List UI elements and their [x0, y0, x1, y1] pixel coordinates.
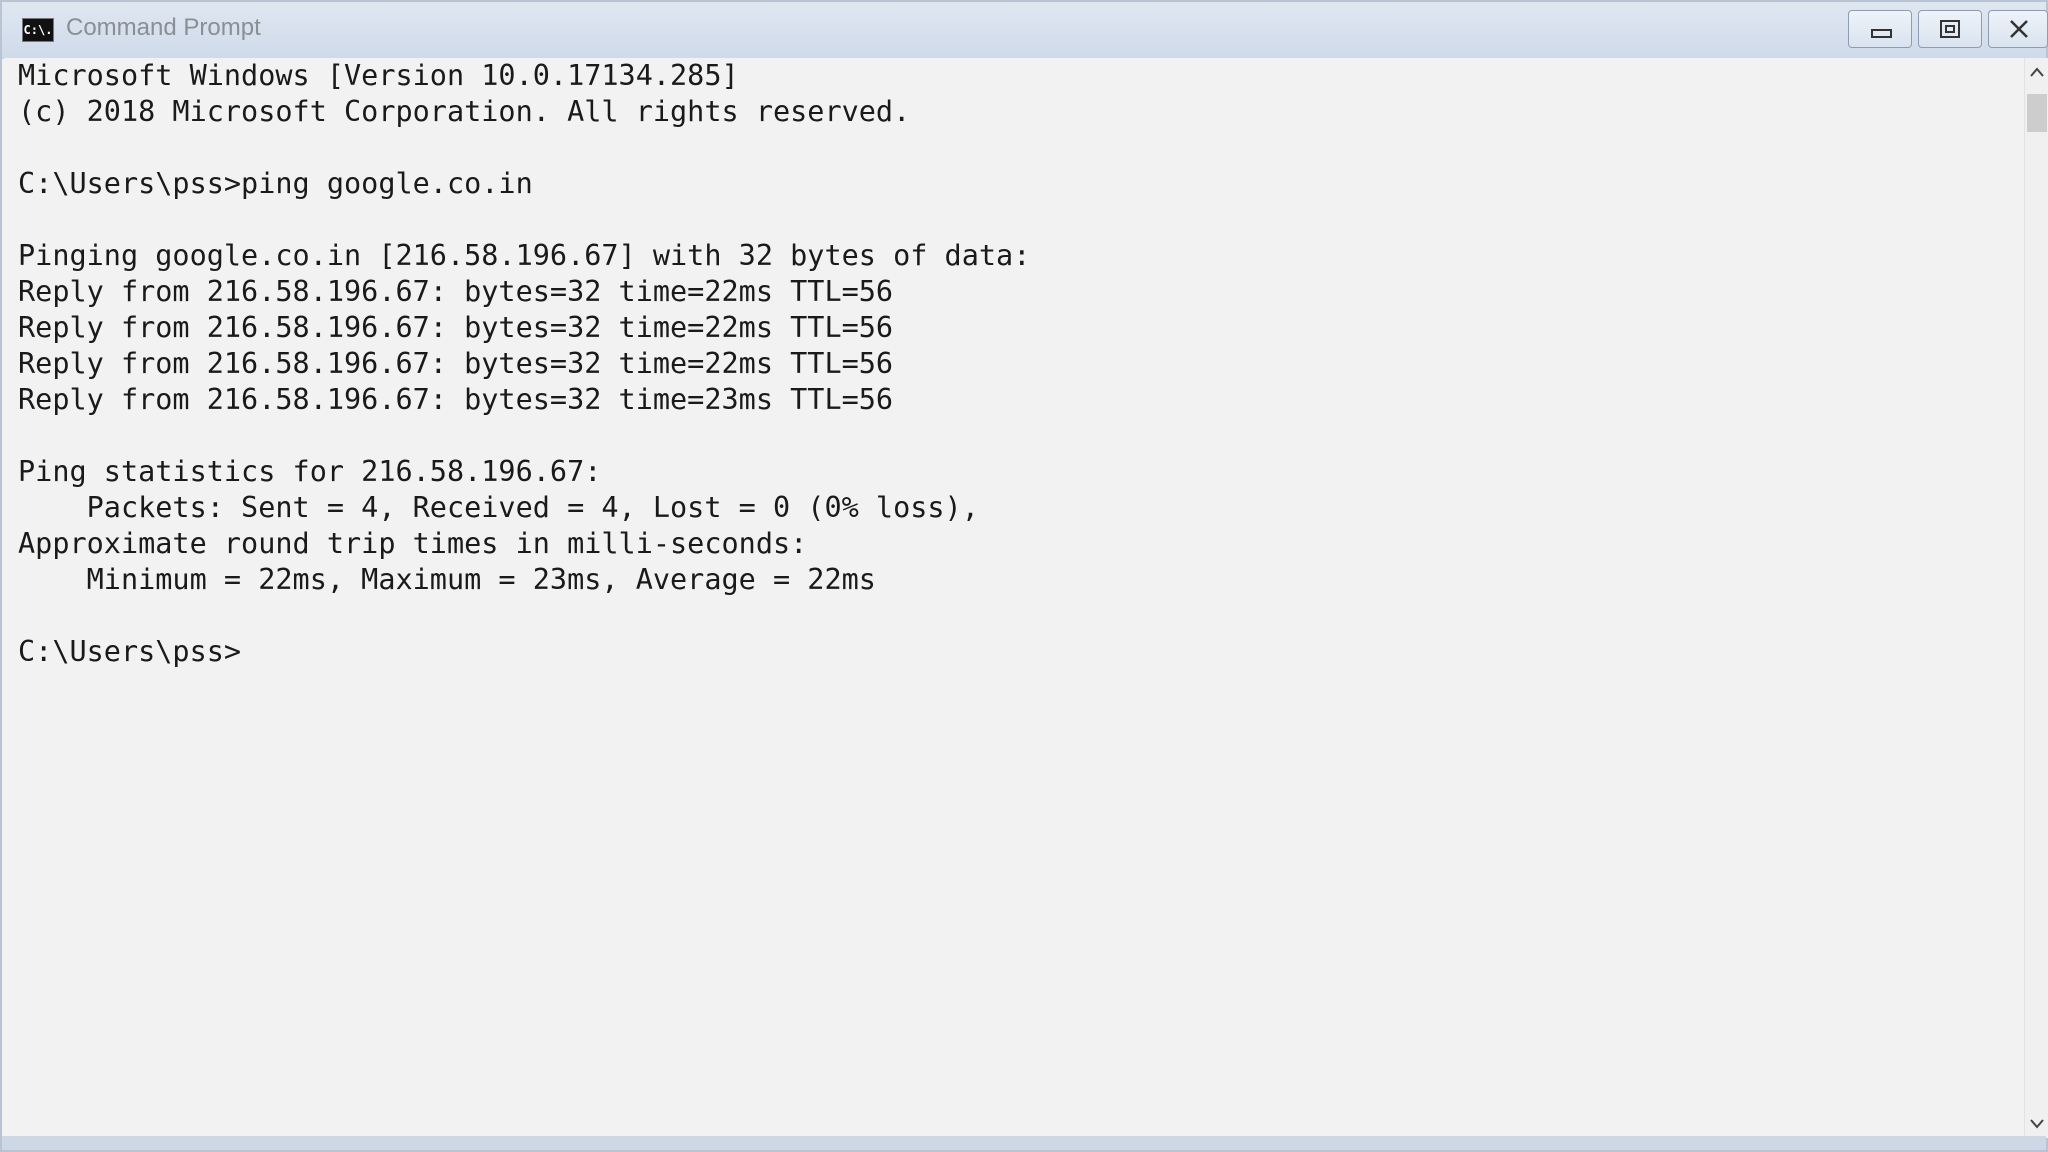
console-line: Ping statistics for 216.58.196.67:	[18, 455, 602, 488]
console-line: Pinging google.co.in [216.58.196.67] wit…	[18, 239, 1031, 272]
console-line: Microsoft Windows [Version 10.0.17134.28…	[18, 59, 739, 92]
scroll-down-button[interactable]	[2025, 1108, 2048, 1138]
console-line: Packets: Sent = 4, Received = 4, Lost = …	[18, 491, 979, 524]
command-prompt-window: C:\. Command Prompt Microsoft Windows [V…	[0, 0, 2048, 1152]
console-line: C:\Users\pss>ping google.co.in	[18, 167, 533, 200]
minimize-button[interactable]	[1848, 10, 1912, 48]
console-line: (c) 2018 Microsoft Corporation. All righ…	[18, 95, 911, 128]
title-bar[interactable]: C:\. Command Prompt	[2, 2, 2048, 59]
window-title: Command Prompt	[66, 14, 261, 41]
maximize-button[interactable]	[1918, 10, 1982, 48]
console-line: Minimum = 22ms, Maximum = 23ms, Average …	[18, 563, 876, 596]
console-line: Reply from 216.58.196.67: bytes=32 time=…	[18, 383, 894, 416]
chevron-up-icon	[2030, 67, 2044, 77]
chevron-down-icon	[2030, 1119, 2044, 1129]
restore-icon	[1940, 20, 1960, 38]
close-button[interactable]	[1988, 10, 2048, 48]
close-icon	[2010, 20, 2028, 38]
minimize-icon	[1871, 29, 1892, 38]
console-line: Reply from 216.58.196.67: bytes=32 time=…	[18, 347, 894, 380]
scroll-up-button[interactable]	[2025, 58, 2048, 88]
vertical-scrollbar[interactable]	[2024, 58, 2048, 1138]
cmd-icon[interactable]: C:\.	[22, 18, 54, 42]
console-line: Reply from 216.58.196.67: bytes=32 time=…	[18, 275, 894, 308]
console-output[interactable]: Microsoft Windows [Version 10.0.17134.28…	[4, 58, 2024, 1138]
console-line: Reply from 216.58.196.67: bytes=32 time=…	[18, 311, 894, 344]
window-bottom-border	[2, 1136, 2046, 1150]
command-prompt-line[interactable]: C:\Users\pss>	[18, 634, 241, 670]
console-line: Approximate round trip times in milli-se…	[18, 527, 808, 560]
scroll-thumb[interactable]	[2027, 94, 2047, 132]
